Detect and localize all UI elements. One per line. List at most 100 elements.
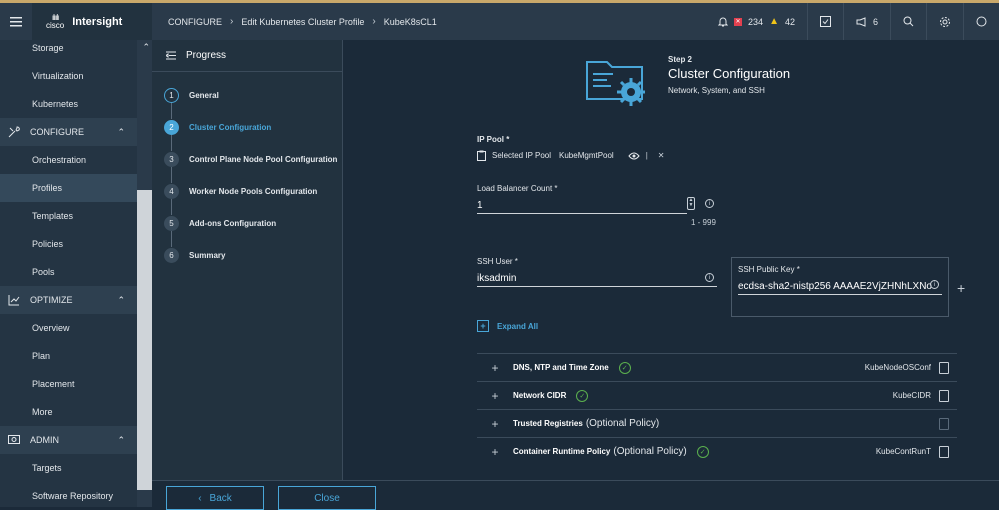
step-label: Step 2 <box>668 55 693 64</box>
breadcrumb: CONFIGURE › Edit Kubernetes Cluster Prof… <box>152 16 437 27</box>
policy-row-network-cidr[interactable]: + Network CIDR ✓ KubeCIDR <box>477 381 957 409</box>
section-label: ADMIN <box>30 435 59 445</box>
add-ssh-key-icon[interactable]: + <box>957 280 965 296</box>
info-icon[interactable]: i <box>930 280 939 289</box>
sidebar-item-templates[interactable]: Templates <box>0 202 137 230</box>
sidebar-item-profiles[interactable]: Profiles <box>0 174 137 202</box>
lb-count-label: Load Balancer Count * <box>477 184 558 193</box>
ssh-key-input[interactable] <box>738 279 942 295</box>
clipboard-icon[interactable] <box>939 445 949 458</box>
brand-name: Intersight <box>72 15 123 28</box>
expand-all-button[interactable]: + Expand All <box>477 320 538 332</box>
policy-value: KubeCIDR <box>892 391 931 400</box>
divider: | <box>645 151 648 160</box>
critical-alert-icon: ✕ <box>734 17 743 26</box>
close-button[interactable]: Close <box>278 486 376 510</box>
policy-value: KubeContRunT <box>875 447 931 456</box>
progress-step-general[interactable]: 1 General <box>164 88 219 103</box>
step-connector <box>171 135 172 151</box>
step-number: 5 <box>164 216 179 231</box>
ssh-user-label: SSH User * <box>477 257 518 266</box>
help-icon <box>976 16 987 27</box>
help-button[interactable] <box>963 3 999 40</box>
megaphone-icon <box>856 16 866 27</box>
tasks-button[interactable] <box>806 3 843 40</box>
eye-icon[interactable] <box>628 152 640 160</box>
progress-step-control-plane[interactable]: 3 Control Plane Node Pool Configuration <box>164 152 337 167</box>
settings-button[interactable] <box>926 3 963 40</box>
sidebar-item-storage[interactable]: Storage <box>0 40 137 62</box>
expand-all-label: Expand All <box>497 321 539 331</box>
sidebar-item-overview[interactable]: Overview <box>0 314 137 342</box>
sidebar-item-virtualization[interactable]: Virtualization <box>0 62 137 90</box>
close-label: Close <box>314 492 340 504</box>
progress-step-addons[interactable]: 5 Add-ons Configuration <box>164 216 276 231</box>
sidebar-scrollbar[interactable]: ⌃ <box>137 40 152 507</box>
step-connector <box>171 199 172 215</box>
tools-icon <box>8 126 20 138</box>
sidebar-item-placement[interactable]: Placement <box>0 370 137 398</box>
policy-row-dns-ntp[interactable]: + DNS, NTP and Time Zone ✓ KubeNodeOSCon… <box>477 353 957 381</box>
info-icon[interactable]: i <box>705 199 714 208</box>
step-number: 1 <box>164 88 179 103</box>
sidebar-section-optimize[interactable]: OPTIMIZE ⌃ <box>0 286 137 314</box>
sidebar-item-targets[interactable]: Targets <box>0 454 137 482</box>
stepper-icon[interactable]: ▲ ▼ <box>687 197 695 210</box>
step-label: Summary <box>189 251 226 260</box>
close-icon[interactable]: ✕ <box>658 151 665 160</box>
step-number: 4 <box>164 184 179 199</box>
selected-ip-pool-label: Selected IP Pool <box>492 151 552 160</box>
expand-row-icon[interactable]: + <box>477 445 513 459</box>
gear-icon <box>940 16 950 27</box>
lb-count-input[interactable] <box>477 198 687 214</box>
progress-step-cluster-configuration[interactable]: 2 Cluster Configuration <box>164 120 271 135</box>
ssh-key-label: SSH Public Key * <box>738 265 800 274</box>
selected-ip-pool: Selected IP Pool KubeMgmtPool | ✕ <box>477 150 665 161</box>
ssh-user-input[interactable] <box>477 271 717 287</box>
announcement-count: 6 <box>872 16 878 27</box>
sidebar-item-plan[interactable]: Plan <box>0 342 137 370</box>
progress-step-summary[interactable]: 6 Summary <box>164 248 225 263</box>
search-button[interactable] <box>890 3 926 40</box>
sidebar-item-orchestration[interactable]: Orchestration <box>0 146 137 174</box>
alerts-group[interactable]: ✕ 234 ▲ 42 <box>706 3 807 40</box>
expand-row-icon[interactable]: + <box>477 361 513 375</box>
policy-row-container-runtime[interactable]: + Container Runtime Policy (Optional Pol… <box>477 437 957 465</box>
expand-row-icon[interactable]: + <box>477 389 513 403</box>
chevron-left-icon: ‹ <box>198 492 202 504</box>
progress-title: Progress <box>186 50 227 61</box>
check-circle-icon: ✓ <box>696 445 709 458</box>
scroll-up-icon[interactable]: ⌃ <box>142 42 150 53</box>
sidebar-item-software-repository[interactable]: Software Repository <box>0 482 137 507</box>
step-number: 3 <box>164 152 179 167</box>
expand-row-icon[interactable]: + <box>477 417 513 431</box>
chevron-right-icon: › <box>372 16 376 27</box>
clipboard-icon[interactable] <box>939 389 949 402</box>
progress-step-worker-pools[interactable]: 4 Worker Node Pools Configuration <box>164 184 317 199</box>
menu-icon[interactable] <box>0 3 32 40</box>
policy-row-trusted-registries[interactable]: + Trusted Registries (Optional Policy) <box>477 409 957 437</box>
breadcrumb-item[interactable]: CONFIGURE <box>168 17 222 27</box>
policy-name: Network CIDR <box>513 391 567 400</box>
sidebar-item-more[interactable]: More <box>0 398 137 426</box>
sidebar-section-admin[interactable]: ADMIN ⌃ <box>0 426 137 454</box>
chevron-up-icon: ⌃ <box>117 294 125 305</box>
sidebar-section-configure[interactable]: CONFIGURE ⌃ <box>0 118 137 146</box>
logo[interactable]: ılıılı cisco Intersight <box>32 3 152 40</box>
sidebar-item-pools[interactable]: Pools <box>0 258 137 286</box>
chart-icon <box>8 295 20 306</box>
info-icon[interactable]: i <box>705 273 714 282</box>
collapse-list-icon[interactable] <box>166 51 176 60</box>
expand-icon: + <box>477 320 489 332</box>
policy-optional: (Optional Policy) <box>613 446 687 457</box>
sidebar-scroll-thumb[interactable] <box>137 190 152 490</box>
chevron-up-icon: ⌃ <box>117 434 125 445</box>
ip-pool-label: IP Pool * <box>477 135 510 144</box>
back-button[interactable]: ‹ Back <box>166 486 264 510</box>
sidebar-item-kubernetes[interactable]: Kubernetes <box>0 90 137 118</box>
breadcrumb-item[interactable]: Edit Kubernetes Cluster Profile <box>241 17 364 27</box>
clipboard-icon <box>939 417 949 430</box>
sidebar-item-policies[interactable]: Policies <box>0 230 137 258</box>
announcements-button[interactable]: 6 <box>842 3 890 40</box>
clipboard-icon[interactable] <box>939 361 949 374</box>
